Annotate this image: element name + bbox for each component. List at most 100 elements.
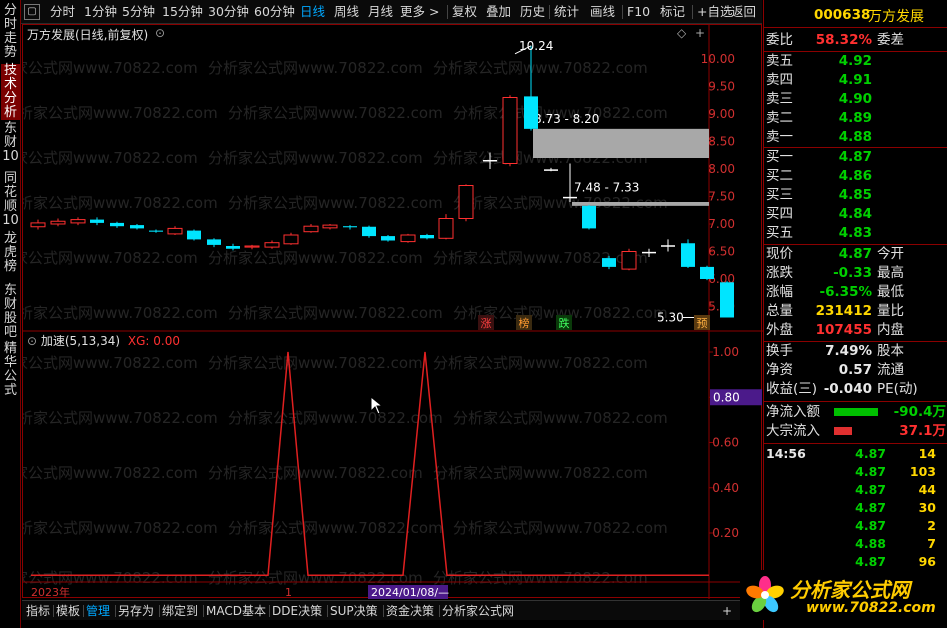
- tab-divider: [53, 605, 54, 617]
- menu-item[interactable]: 15分钟: [162, 3, 203, 21]
- stat-label: 外盘: [766, 322, 793, 338]
- bottom-tab[interactable]: 绑定到: [162, 603, 198, 619]
- left-tab[interactable]: 东财10: [1, 122, 20, 164]
- menu-item[interactable]: F10: [627, 3, 650, 21]
- stat2-label-right: 股本: [877, 343, 904, 359]
- candle-down: [226, 246, 240, 249]
- left-tab[interactable]: 龙虎榜: [1, 232, 20, 274]
- ind-tick-label: 1.00: [712, 345, 739, 359]
- buy-row: 买二 4.86: [764, 167, 947, 186]
- left-tab[interactable]: 技术分析: [1, 64, 20, 120]
- menu-item[interactable]: 60分钟: [254, 3, 295, 21]
- stat2-label: 净资: [766, 362, 793, 378]
- marker-label: 榜: [519, 316, 530, 330]
- menu-divider: [692, 5, 693, 19]
- stock-code: 000638: [814, 7, 871, 23]
- menu-item[interactable]: 5分钟: [122, 3, 155, 21]
- menu-item[interactable]: 标记: [660, 3, 685, 21]
- ind-tick-label: 0.20: [712, 526, 739, 540]
- bottom-tab[interactable]: SUP决策: [330, 603, 378, 619]
- watermark-text: 分析家公式网www.70822.com: [208, 354, 423, 372]
- kline-chart[interactable]: 分析家公式网www.70822.com 分析家公式网www.70822.com 分析…: [22, 24, 763, 599]
- tab-divider: [439, 605, 440, 617]
- bottom-tab[interactable]: DDE决策: [272, 603, 322, 619]
- tab-divider: [203, 605, 204, 617]
- tick-row: 4.88 7: [764, 535, 947, 553]
- tick-volume: 7: [927, 536, 936, 551]
- menu-item[interactable]: 1分钟: [84, 3, 117, 21]
- left-tab[interactable]: 东财股吧: [1, 284, 20, 340]
- chart-canvas[interactable]: 分析家公式网www.70822.com 分析家公式网www.70822.com 分析…: [23, 25, 763, 599]
- stat-label-right: 量比: [877, 303, 904, 319]
- tab-divider: [269, 605, 270, 617]
- menu-item[interactable]: 30分钟: [208, 3, 249, 21]
- bottom-tab[interactable]: 指标: [26, 603, 50, 619]
- low-label: 5.30: [657, 311, 684, 325]
- menu-item[interactable]: 历史: [520, 3, 545, 21]
- logo-url: www.70822.com: [806, 600, 936, 616]
- chevron-down-icon[interactable]: ⊙: [155, 26, 165, 40]
- bottom-tab[interactable]: 分析家公式网: [442, 603, 514, 619]
- menu-item[interactable]: 返回: [731, 3, 756, 21]
- price-tick-label: 9.00: [708, 107, 735, 121]
- left-tab[interactable]: 分时走势: [1, 4, 20, 60]
- flow-label: 净流入额: [766, 404, 820, 420]
- watermark-text: 分析家公式网www.70822.com: [23, 304, 218, 322]
- menu-item[interactable]: 更多 >: [400, 3, 439, 21]
- menu-divider: [549, 5, 550, 19]
- left-tab[interactable]: 精华公式: [1, 342, 20, 398]
- menu-item[interactable]: 分时: [50, 3, 75, 21]
- bottom-tab[interactable]: 资金决策: [386, 603, 434, 619]
- left-tab[interactable]: 同花顺10: [1, 172, 20, 228]
- stat-value: 107455: [815, 322, 872, 338]
- menu-item[interactable]: +自选: [697, 3, 732, 21]
- tick-price: 4.87: [855, 500, 886, 515]
- candle-down: [130, 225, 144, 229]
- menu-item[interactable]: 画线: [590, 3, 615, 21]
- menu-item[interactable]: 月线: [368, 3, 393, 21]
- indicator-chevron-icon[interactable]: ⊙: [27, 334, 41, 348]
- menu-item[interactable]: 周线: [334, 3, 359, 21]
- year-label: 2023年: [31, 585, 70, 599]
- stat2-label: 换手: [766, 343, 793, 359]
- stat-label: 涨幅: [766, 284, 793, 300]
- tick-volume: 14: [918, 446, 936, 461]
- bottom-tab[interactable]: 管理: [86, 603, 110, 619]
- stat2-row: 净资 0.57 流通: [764, 361, 947, 380]
- tick-row: 4.87 103: [764, 463, 947, 481]
- plus-icon[interactable]: +: [695, 26, 705, 40]
- window-icon[interactable]: ▢: [24, 4, 40, 20]
- buy-row: 买三 4.85: [764, 186, 947, 205]
- bottom-tab[interactable]: MACD基本: [206, 603, 266, 619]
- high-label: 10.24: [519, 39, 553, 53]
- menu-item[interactable]: 复权: [452, 3, 477, 21]
- add-tab-icon[interactable]: +: [722, 603, 732, 619]
- stat2-value: -0.040: [823, 381, 872, 397]
- tick-price: 4.87: [855, 518, 886, 533]
- watermark-text: 分析家公式网www.70822.com: [208, 569, 423, 587]
- diamond-icon[interactable]: ◇: [677, 26, 686, 40]
- bottom-tab[interactable]: 模板: [56, 603, 80, 619]
- watermark-text: 分析家公式网www.70822.com: [23, 59, 198, 77]
- panel-divider: [764, 443, 947, 444]
- logo-name: 分析家公式网: [790, 578, 910, 602]
- bottom-tab[interactable]: 另存为: [118, 603, 154, 619]
- candle-up: [400, 234, 416, 243]
- candle-down: [343, 226, 357, 228]
- sell-label: 卖一: [766, 129, 793, 145]
- watermark-text: 分析家公式网www.70822.com: [228, 519, 443, 537]
- watermark-text: 分析家公式网www.70822.com: [23, 104, 218, 122]
- menu-item[interactable]: 叠加: [486, 3, 511, 21]
- buy-label: 买三: [766, 187, 793, 203]
- watermark-text: 分析家公式网www.70822.com: [433, 59, 648, 77]
- stat-value: 231412: [815, 303, 872, 319]
- stat-row: 涨跌 -0.33 最高: [764, 264, 947, 283]
- tick-time: 14:56: [766, 446, 806, 461]
- indicator-value: XG: 0.00: [127, 334, 180, 348]
- tick-volume: 96: [918, 554, 936, 569]
- menu-item[interactable]: 统计: [554, 3, 579, 21]
- tab-divider: [115, 605, 116, 617]
- watermark-text: 分析家公式网www.70822.com: [453, 409, 668, 427]
- watermark-text: 分析家公式网www.70822.com: [433, 354, 648, 372]
- menu-item[interactable]: 日线: [300, 3, 325, 21]
